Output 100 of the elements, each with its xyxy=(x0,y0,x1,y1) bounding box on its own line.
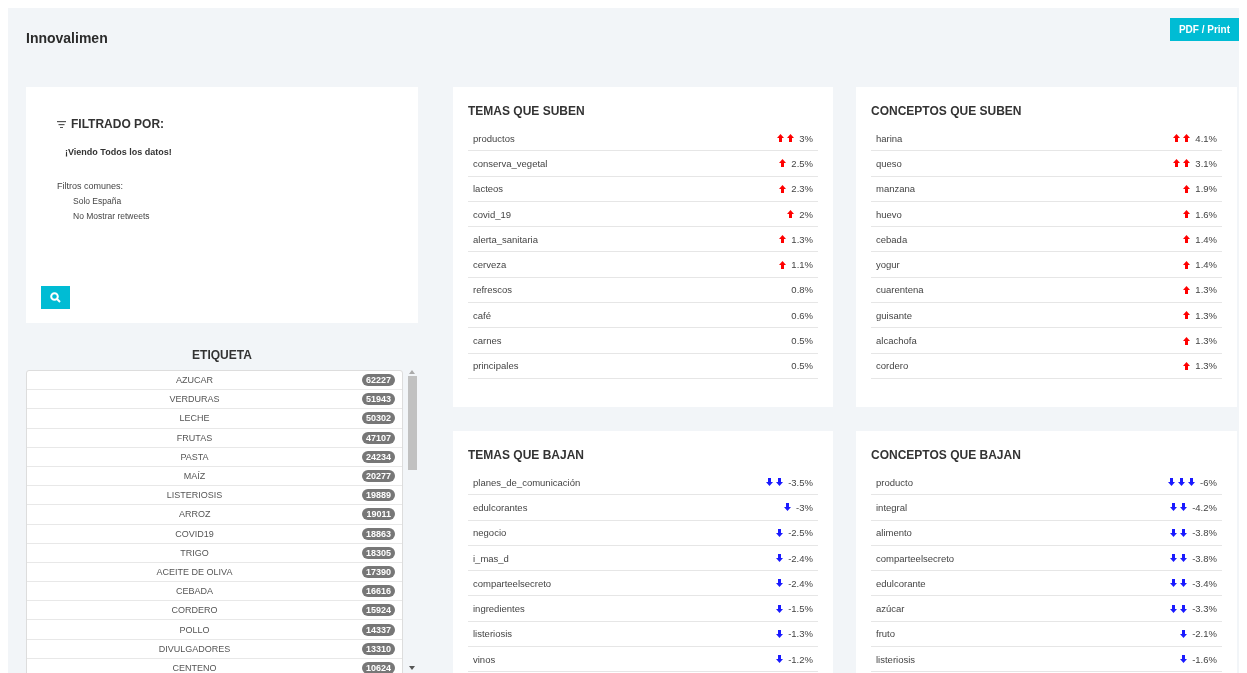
tag-item[interactable]: LISTERIOSIS 19889 xyxy=(27,486,402,506)
trend-term: integral xyxy=(876,501,909,513)
tag-label: LISTERIOSIS xyxy=(165,490,224,501)
trend-term: huevo xyxy=(876,208,903,220)
count-badge: 16616 xyxy=(361,585,395,598)
trend-term: ingredientes xyxy=(473,603,526,615)
trend-change: 0.5% xyxy=(791,360,813,372)
filter-status-text: ¡Viendo Todos los datos! xyxy=(65,147,173,157)
tag-label: ACEITE DE OLIVA xyxy=(155,566,234,577)
trend-change: -3.4% xyxy=(1192,577,1217,589)
trend-change: 1.4% xyxy=(1195,233,1217,245)
tag-item[interactable]: COVID19 18863 xyxy=(27,524,402,544)
tag-label: LECHE xyxy=(178,413,211,424)
trend-change: -1.3% xyxy=(788,628,813,640)
tag-item[interactable]: PASTA 24234 xyxy=(27,447,402,467)
panel-title: CONCEPTOS QUE SUBEN xyxy=(871,104,1023,118)
filter-icon xyxy=(57,120,66,128)
trend-change: 1.3% xyxy=(1195,284,1217,296)
trend-term: alerta_sanitaria xyxy=(473,233,539,245)
scrollbar-thumb[interactable] xyxy=(407,376,417,470)
trend-change: -1.6% xyxy=(1192,653,1217,665)
trend-change: 1.4% xyxy=(1195,259,1217,271)
tag-item[interactable]: POLLO 14337 xyxy=(27,620,402,640)
trend-term: cebada xyxy=(876,233,909,245)
trend-change: 1.3% xyxy=(1195,309,1217,321)
scrollbar[interactable] xyxy=(406,370,418,670)
trend-change: 1.3% xyxy=(1195,335,1217,346)
trend-change: 2.5% xyxy=(791,157,813,169)
tag-label: COVID19 xyxy=(174,528,215,539)
tag-item[interactable]: ACEITE DE OLIVA 17390 xyxy=(27,562,402,583)
tag-item[interactable]: MAÍZ 20277 xyxy=(27,466,402,487)
trend-term: harina xyxy=(876,132,904,144)
count-badge: 15924 xyxy=(361,604,395,617)
trend-change: -3.5% xyxy=(788,476,813,488)
trend-change: -3.8% xyxy=(1192,552,1217,564)
tag-item[interactable]: DIVULGADORES 13310 xyxy=(27,639,402,659)
count-badge: 51943 xyxy=(361,393,395,406)
trend-change: -1.5% xyxy=(788,603,813,615)
tag-item[interactable]: AZUCAR 62227 xyxy=(27,371,402,391)
tag-item[interactable]: TRIGO 18305 xyxy=(27,543,402,563)
trend-change: -4.2% xyxy=(1192,501,1217,513)
trend-term: carnes xyxy=(473,335,503,346)
trend-term: planes_de_comunicación xyxy=(473,476,582,488)
trend-term: refrescos xyxy=(473,284,514,296)
common-filter-item: No Mostrar retweets xyxy=(73,211,151,221)
count-badge: 62227 xyxy=(361,374,395,387)
common-filter-item: Solo España xyxy=(73,196,123,206)
scroll-up-icon xyxy=(409,370,415,374)
trend-term: negocio xyxy=(473,527,508,539)
trend-term: principales xyxy=(473,360,520,372)
trend-term: yogur xyxy=(876,259,901,271)
tag-item[interactable]: FRUTAS 47107 xyxy=(27,428,402,448)
tag-label: PASTA xyxy=(179,451,210,462)
trend-change: -6% xyxy=(1200,476,1217,488)
tag-item[interactable]: ARROZ 19011 xyxy=(27,505,402,525)
trend-change: 3% xyxy=(799,132,813,144)
trend-term: alcachofa xyxy=(876,335,918,346)
trend-term: i_mas_d xyxy=(473,552,510,564)
count-badge: 18863 xyxy=(361,527,395,540)
tag-label: ARROZ xyxy=(178,509,212,520)
trend-term: producto xyxy=(876,476,914,488)
trend-change: -2.4% xyxy=(788,577,813,589)
trend-change: -2.1% xyxy=(1192,628,1217,640)
tag-list-title: ETIQUETA xyxy=(191,348,253,362)
tag-item[interactable]: LECHE 50302 xyxy=(27,409,402,429)
trend-change: -3% xyxy=(796,501,813,513)
tag-label: AZUCAR xyxy=(174,375,214,386)
trend-term: covid_19 xyxy=(473,208,513,220)
tag-item[interactable]: VERDURAS 51943 xyxy=(27,390,402,410)
trend-term: cordero xyxy=(876,360,910,372)
panel-title: TEMAS QUE SUBEN xyxy=(468,104,586,118)
trend-term: lacteos xyxy=(473,183,505,195)
tag-label: VERDURAS xyxy=(168,394,221,405)
trend-term: edulcorante xyxy=(876,577,927,589)
tag-label: MAÍZ xyxy=(182,471,207,482)
trend-term: café xyxy=(473,309,492,321)
trend-term: comparteelsecreto xyxy=(473,577,553,589)
trend-term: vinos xyxy=(473,653,497,665)
trend-change: 0.8% xyxy=(791,284,813,296)
count-badge: 18305 xyxy=(361,546,395,559)
count-badge: 17390 xyxy=(361,565,395,578)
trend-term: comparteelsecreto xyxy=(876,552,956,564)
tag-label: TRIGO xyxy=(179,547,210,558)
tag-label: FRUTAS xyxy=(175,432,214,443)
trend-term: edulcorantes xyxy=(473,501,529,513)
count-badge: 19889 xyxy=(361,489,395,502)
search-button[interactable] xyxy=(41,286,70,309)
trend-change: 1.9% xyxy=(1195,183,1217,195)
trend-change: 1.1% xyxy=(791,259,813,271)
tag-label: POLLO xyxy=(178,624,211,635)
tag-item[interactable]: CORDERO 15924 xyxy=(27,601,402,621)
trend-change: -1.2% xyxy=(788,653,813,665)
trend-change: 2% xyxy=(799,208,813,220)
trend-change: -3.3% xyxy=(1192,603,1217,615)
search-icon xyxy=(50,292,61,303)
tag-item[interactable]: CEBADA 16616 xyxy=(27,582,402,602)
trend-term: conserva_vegetal xyxy=(473,157,549,169)
tag-label: CENTENO xyxy=(171,662,218,673)
trend-term: azúcar xyxy=(876,603,906,615)
tag-item[interactable]: CENTENO 10624 xyxy=(27,658,402,673)
